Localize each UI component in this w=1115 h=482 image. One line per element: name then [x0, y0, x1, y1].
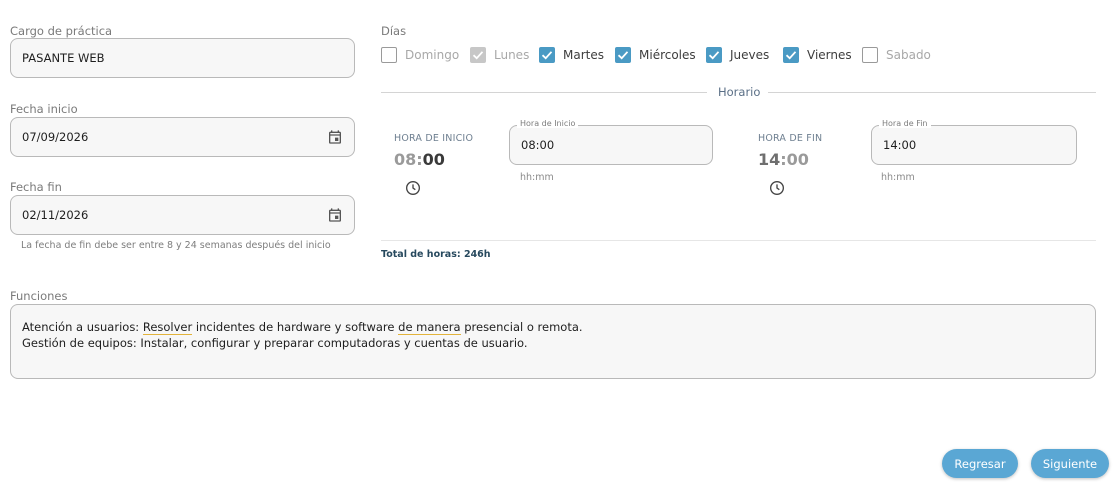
day-checkbox-lunes: Lunes — [470, 47, 529, 63]
checkbox-box[interactable] — [706, 47, 722, 63]
hora-inicio-input-label: Hora de Inicio — [517, 119, 579, 128]
fecha-fin-value: 02/11/2026 — [22, 208, 89, 222]
day-checkbox-martes[interactable]: Martes — [539, 47, 604, 63]
calendar-icon[interactable] — [327, 207, 343, 223]
horario-title: Horario — [718, 85, 761, 99]
next-button[interactable]: Siguiente — [1031, 449, 1109, 478]
hora-fin-format-hint: hh:mm — [881, 172, 915, 183]
funciones-line-2: Gestión de equipos: Instalar, configurar… — [22, 336, 528, 350]
hora-inicio-heading: HORA DE INICIO — [394, 133, 474, 144]
dias-label: Días — [381, 24, 407, 38]
total-horas: Total de horas: 246h — [381, 249, 491, 260]
cargo-label: Cargo de práctica — [10, 24, 113, 38]
calendar-icon[interactable] — [327, 129, 343, 145]
hora-fin-input-label: Hora de Fin — [879, 119, 931, 128]
day-checkbox-sabado[interactable]: Sabado — [862, 47, 931, 63]
checkbox-box[interactable] — [862, 47, 878, 63]
hora-inicio-display[interactable]: 08:00 — [394, 150, 445, 169]
day-label: Viernes — [807, 48, 852, 62]
hora-inicio-format-hint: hh:mm — [520, 172, 554, 183]
fecha-inicio-label: Fecha inicio — [10, 102, 78, 116]
day-checkbox-domingo[interactable]: Domingo — [381, 47, 459, 63]
checkbox-box[interactable] — [539, 47, 555, 63]
funciones-line-1: Atención a usuarios: Resolver incidentes… — [22, 320, 583, 335]
day-label: Miércoles — [639, 48, 696, 62]
back-button[interactable]: Regresar — [942, 449, 1018, 478]
day-label: Sabado — [886, 48, 931, 62]
checkbox-box[interactable] — [615, 47, 631, 63]
funciones-textarea[interactable]: Atención a usuarios: Resolver incidentes… — [10, 304, 1096, 379]
checkbox-box — [470, 47, 486, 63]
divider — [381, 240, 1096, 241]
cargo-input[interactable]: PASANTE WEB — [10, 38, 355, 78]
check-icon — [708, 51, 720, 60]
hora-fin-minute[interactable]: 00 — [787, 150, 809, 169]
fecha-fin-input[interactable]: 02/11/2026 — [10, 195, 355, 235]
fecha-fin-hint: La fecha de fin debe ser entre 8 y 24 se… — [21, 240, 331, 251]
hora-fin-hour[interactable]: 14 — [758, 150, 780, 169]
hora-inicio-minute[interactable]: 00 — [423, 150, 445, 169]
day-label: Martes — [563, 48, 604, 62]
hora-fin-display[interactable]: 14:00 — [758, 150, 809, 169]
checkbox-box[interactable] — [783, 47, 799, 63]
divider — [768, 92, 1096, 93]
hora-inicio-input[interactable]: 08:00 — [509, 125, 713, 165]
check-icon — [541, 51, 553, 60]
check-icon — [472, 51, 484, 60]
day-checkbox-jueves[interactable]: Jueves — [706, 47, 769, 63]
hora-inicio-input-value: 08:00 — [521, 138, 555, 152]
day-checkbox-miercoles[interactable]: Miércoles — [615, 47, 696, 63]
day-label: Jueves — [730, 48, 770, 62]
clock-icon[interactable] — [769, 180, 785, 196]
hora-fin-heading: HORA DE FIN — [758, 133, 823, 144]
day-checkbox-viernes[interactable]: Viernes — [783, 47, 852, 63]
day-label: Lunes — [494, 48, 530, 62]
day-label: Domingo — [405, 48, 460, 62]
fecha-fin-label: Fecha fin — [10, 180, 62, 194]
funciones-label: Funciones — [10, 289, 68, 303]
fecha-inicio-value: 07/09/2026 — [22, 130, 89, 144]
divider — [381, 92, 707, 93]
cargo-value: PASANTE WEB — [22, 51, 105, 65]
hora-inicio-hour[interactable]: 08 — [394, 150, 416, 169]
hora-fin-input[interactable]: 14:00 — [871, 125, 1077, 165]
check-icon — [617, 51, 629, 60]
clock-icon[interactable] — [405, 180, 421, 196]
fecha-inicio-input[interactable]: 07/09/2026 — [10, 117, 355, 157]
checkbox-box[interactable] — [381, 47, 397, 63]
check-icon — [785, 51, 797, 60]
hora-fin-input-value: 14:00 — [883, 138, 917, 152]
